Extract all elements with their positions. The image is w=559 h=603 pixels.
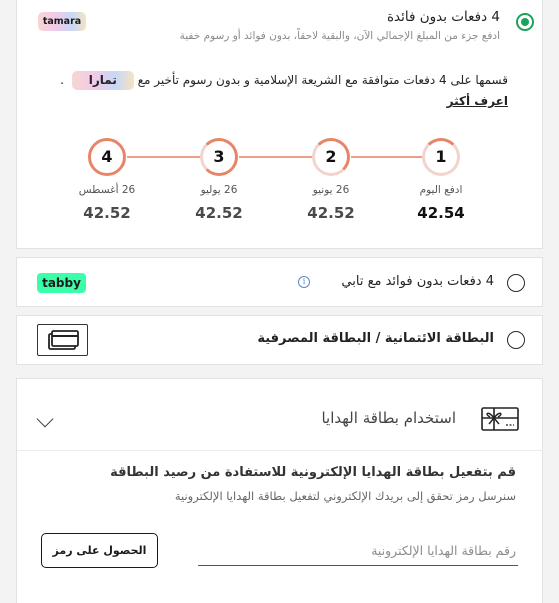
learn-more-link[interactable]: اعرف أكثر: [447, 94, 508, 108]
tamara-dot: .: [60, 73, 64, 87]
card-option[interactable]: البطاقة الائتمانية / البطاقة المصرفية: [16, 315, 543, 365]
step-1-circle: 1: [422, 138, 460, 176]
card-label: البطاقة الائتمانية / البطاقة المصرفية: [257, 331, 494, 346]
tabby-radio[interactable]: [507, 274, 525, 292]
tabby-logo: tabby: [37, 273, 86, 293]
step-connector: [127, 156, 209, 158]
tamara-title: 4 دفعات بدون فائدة: [386, 9, 500, 25]
get-code-button[interactable]: الحصول على رمز: [41, 533, 158, 568]
step-connector: [239, 156, 321, 158]
gift-heading: قم بتفعيل بطاقة الهدايا الإلكترونية للاس…: [110, 465, 516, 480]
tamara-logo: tamara: [38, 12, 86, 31]
gift-card-icon: [481, 407, 519, 431]
step-4-circle: 4: [88, 138, 126, 176]
card-radio[interactable]: [507, 331, 525, 349]
gift-subtext: سنرسل رمز تحقق إلى بريدك الإلكتروني لتفع…: [174, 489, 516, 503]
step-1-amount: 42.54: [417, 204, 465, 222]
tabby-option[interactable]: 4 دفعات بدون فوائد مع تابي i tabby: [16, 257, 543, 307]
tamara-description-text: قسمها على 4 دفعات متوافقة مع الشريعة الإ…: [137, 73, 508, 87]
step-3-amount: 42.52: [195, 204, 243, 222]
step-2-date: 26 يونيو: [312, 184, 350, 196]
step-3-date: 26 يوليو: [200, 184, 238, 196]
tamara-option[interactable]: tamara 4 دفعات بدون فائدة ادفع جزء من ال…: [16, 0, 543, 249]
gift-card-section: استخدام بطاقة الهدايا قم بتفعيل بطاقة ال…: [16, 378, 543, 603]
step-3-circle: 3: [200, 138, 238, 176]
chevron-down-icon[interactable]: [36, 410, 54, 428]
tamara-radio[interactable]: [516, 13, 534, 31]
step-connector: [351, 156, 433, 158]
step-4-date: 26 أغسطس: [78, 184, 136, 196]
installment-steps: 4 26 أغسطس 42.52 3 26 يوليو 42.52 2 26 ي…: [17, 138, 544, 238]
step-1-date: ادفع اليوم: [419, 184, 463, 196]
gift-card-title[interactable]: استخدام بطاقة الهدايا: [321, 409, 456, 427]
card-icon-box: [37, 324, 88, 356]
tamara-subtitle: ادفع جزء من المبلغ الإجمالي الآن، والبقي…: [179, 30, 500, 42]
step-2-amount: 42.52: [307, 204, 355, 222]
credit-card-icon: [48, 330, 79, 350]
step-4-amount: 42.52: [83, 204, 131, 222]
step-2-circle: 2: [312, 138, 350, 176]
gift-card-number-input[interactable]: [198, 536, 518, 566]
gift-divider: [17, 450, 542, 451]
tabby-label: 4 دفعات بدون فوائد مع تابي: [341, 274, 494, 289]
tamara-description: قسمها على 4 دفعات متوافقة مع الشريعة الإ…: [38, 70, 508, 112]
tamara-inline-logo: تمارا: [71, 71, 134, 90]
info-icon[interactable]: i: [298, 276, 310, 288]
